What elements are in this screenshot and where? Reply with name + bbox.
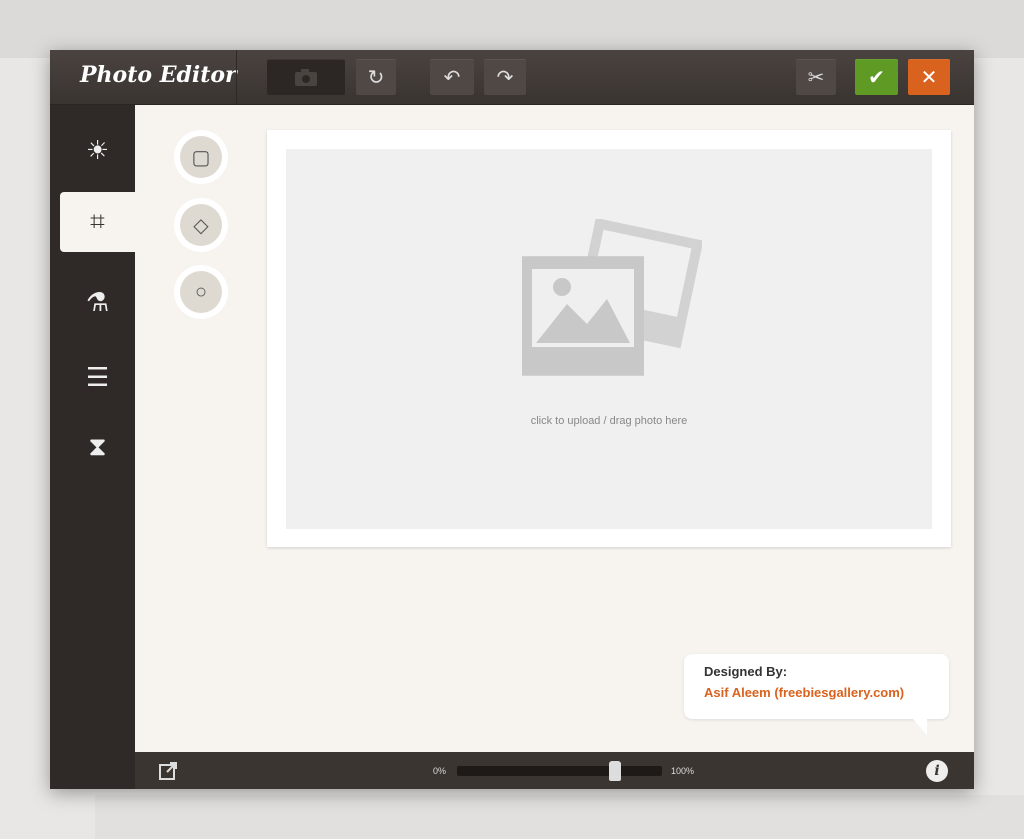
info-button[interactable]: i [926, 760, 948, 782]
close-icon: ✕ [920, 66, 938, 89]
redo-button[interactable]: ↷ [484, 59, 526, 95]
zoom-slider[interactable] [457, 761, 662, 781]
app-title: Photo Editor [80, 62, 237, 88]
camera-icon [295, 69, 317, 86]
tools-icon: ✂ [807, 66, 825, 89]
sliders-icon: ☰ [85, 361, 110, 392]
slider-thumb[interactable] [608, 761, 621, 781]
crop-free-button[interactable]: ◇ [174, 198, 228, 252]
sun-icon: ☀ [85, 134, 110, 165]
credit-bubble: Designed By: Asif Aleem (freebiesgallery… [684, 654, 949, 735]
camera-button[interactable] [267, 59, 345, 95]
bottom-bar: 0% 100% i [135, 752, 974, 789]
top-toolbar: Photo Editor ↻ ↶ ↷ ✂ ✔ ✕ [50, 50, 974, 105]
credit-label: Designed By: [704, 664, 788, 679]
check-icon: ✔ [868, 66, 885, 89]
sidebar: ☀ ⌗ ⚗ ☰ ⧗ [50, 105, 135, 789]
upload-dropzone[interactable]: click to upload / drag photo here [286, 149, 932, 529]
slider-min-label: 0% [433, 766, 447, 776]
divider [236, 50, 237, 105]
undo-icon: ↶ [443, 66, 461, 89]
sidebar-item-effects[interactable]: ⚗ [60, 272, 135, 332]
crop-icon: ⌗ [90, 206, 105, 236]
rotate-icon: ↻ [367, 66, 385, 89]
photo-canvas: click to upload / drag photo here [267, 130, 951, 547]
slider-max-label: 100% [671, 766, 695, 776]
sidebar-item-crop[interactable]: ⌗ [60, 192, 135, 252]
credit-author-link[interactable]: Asif Aleem (freebiesgallery.com) [704, 685, 929, 700]
crop-square-button[interactable]: ▢ [174, 130, 228, 184]
export-icon[interactable] [159, 762, 179, 780]
flask-icon: ⚗ [85, 286, 110, 317]
sidebar-item-brightness[interactable]: ☀ [60, 120, 135, 180]
hourglass-icon: ⧗ [88, 431, 107, 461]
circle-crop-icon: ○ [180, 271, 222, 313]
crop-circle-button[interactable]: ○ [174, 265, 228, 319]
undo-button[interactable]: ↶ [430, 59, 474, 95]
background-blur-bottom [95, 795, 1024, 839]
free-crop-icon: ◇ [180, 204, 222, 246]
redo-icon: ↷ [496, 66, 514, 89]
upload-hint: click to upload / drag photo here [530, 415, 688, 427]
confirm-button[interactable]: ✔ [855, 59, 898, 95]
square-crop-icon: ▢ [180, 136, 222, 178]
rotate-button[interactable]: ↻ [356, 59, 396, 95]
sidebar-item-history[interactable]: ⧗ [60, 417, 135, 477]
sidebar-item-adjust[interactable]: ☰ [60, 347, 135, 407]
photo-editor-window: Photo Editor ↻ ↶ ↷ ✂ ✔ ✕ ☀ ⌗ ⚗ ☰ ⧗ ▢ ◇ ○… [50, 50, 974, 789]
settings-button[interactable]: ✂ [796, 59, 836, 95]
cancel-button[interactable]: ✕ [908, 59, 950, 95]
photo-placeholder-icon [522, 219, 702, 376]
